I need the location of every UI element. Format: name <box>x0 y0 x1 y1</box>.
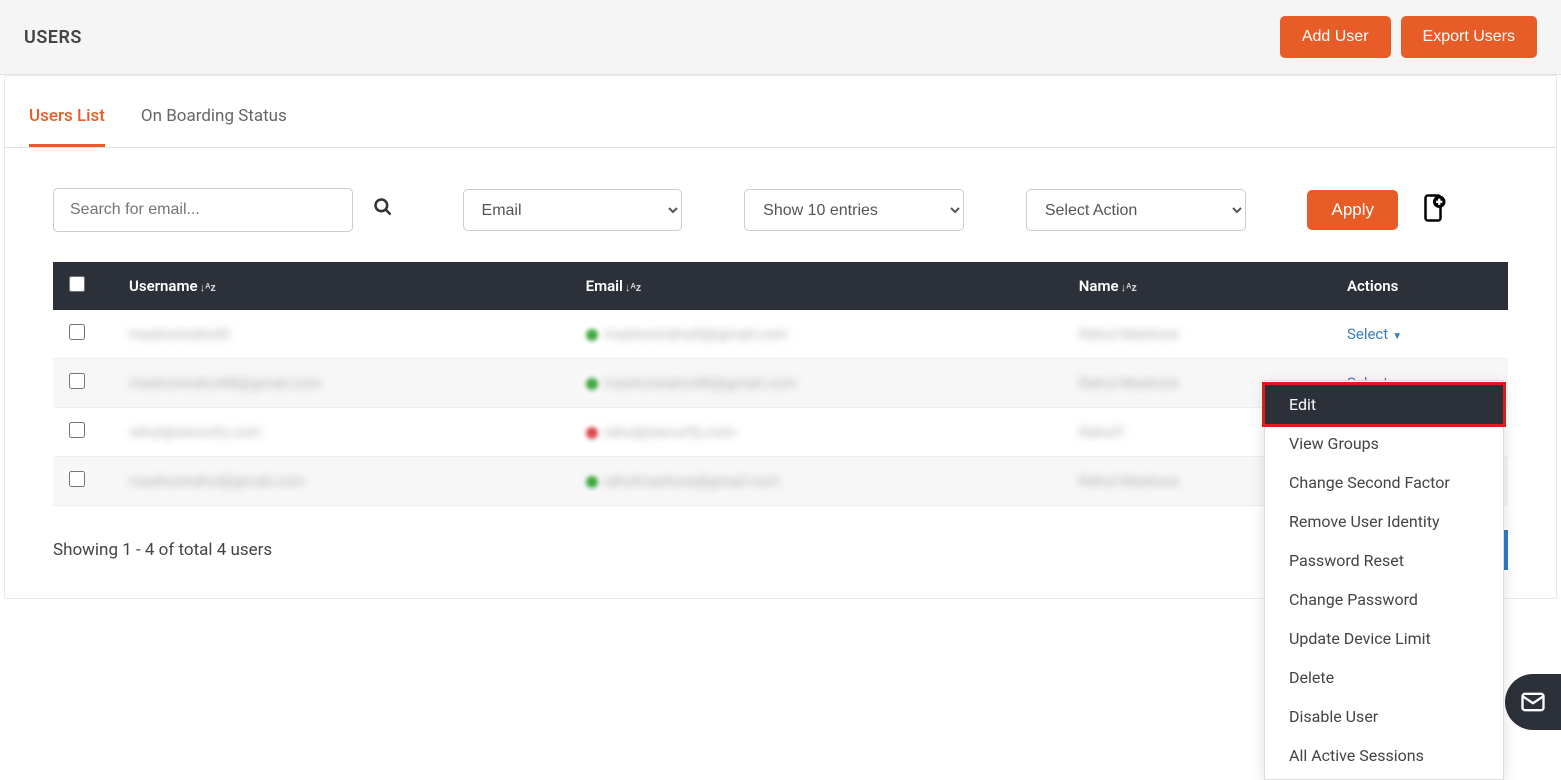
showing-count: Showing 1 - 4 of total 4 users <box>53 540 272 560</box>
filter-row: Email Show 10 entries Select Action Appl… <box>5 188 1556 232</box>
cell-email: rahulmashore@gmail.com <box>604 472 780 490</box>
add-device-icon[interactable] <box>1418 193 1448 227</box>
select-all-checkbox[interactable] <box>69 276 85 292</box>
chat-fab[interactable] <box>1505 674 1561 730</box>
status-dot-icon <box>586 427 598 439</box>
table-wrap: Username↓ᴬᴢ Email↓ᴬᴢ Name↓ᴬᴢ Actions mas… <box>5 262 1556 506</box>
cell-username: rahul@securify.com <box>129 423 261 441</box>
content-card: Users List On Boarding Status Email Show… <box>4 75 1557 599</box>
page-header: USERS Add User Export Users <box>0 0 1561 75</box>
dropdown-item-view-groups[interactable]: View Groups <box>1265 424 1503 463</box>
dropdown-item-update-device-limit[interactable]: Update Device Limit <box>1265 619 1503 658</box>
dropdown-item-password-reset[interactable]: Password Reset <box>1265 541 1503 580</box>
header-actions: Add User Export Users <box>1280 16 1537 58</box>
export-users-button[interactable]: Export Users <box>1401 16 1537 58</box>
filter-by-select[interactable]: Email <box>463 189 683 231</box>
status-dot-icon <box>586 378 598 390</box>
cell-username: mashorerahul@gmail.com <box>129 472 305 490</box>
dropdown-item-edit[interactable]: Edit <box>1262 382 1506 427</box>
dropdown-item-disable-user[interactable]: Disable User <box>1265 697 1503 736</box>
bulk-action-select[interactable]: Select Action <box>1026 189 1246 231</box>
sort-icon: ↓ᴬᴢ <box>625 281 641 294</box>
sort-icon: ↓ᴬᴢ <box>1121 281 1137 294</box>
apply-button[interactable]: Apply <box>1307 190 1398 230</box>
search-icon[interactable] <box>373 197 393 223</box>
dropdown-item-remove-user-identity[interactable]: Remove User Identity <box>1265 502 1503 541</box>
cell-email: mashorerahul0@gmail.com <box>604 325 788 343</box>
row-checkbox[interactable] <box>69 422 85 438</box>
tabs: Users List On Boarding Status <box>5 76 1556 148</box>
col-checkbox <box>53 262 113 310</box>
search-input[interactable] <box>53 188 353 232</box>
dropdown-item-change-password[interactable]: Change Password <box>1265 580 1503 619</box>
row-checkbox[interactable] <box>69 324 85 340</box>
dropdown-item-delete[interactable]: Delete <box>1265 658 1503 697</box>
col-name[interactable]: Name↓ᴬᴢ <box>1063 262 1331 310</box>
tab-users-list[interactable]: Users List <box>29 76 105 147</box>
row-select-action[interactable]: Select▼ <box>1347 325 1402 343</box>
status-dot-icon <box>586 329 598 341</box>
sort-icon: ↓ᴬᴢ <box>200 281 216 294</box>
cell-email: mashorerahul48@gmail.com <box>604 374 797 392</box>
cell-name: Rahul Mashore <box>1079 472 1179 490</box>
chevron-down-icon: ▼ <box>1392 331 1402 342</box>
mail-icon <box>1519 688 1547 716</box>
col-username[interactable]: Username↓ᴬᴢ <box>113 262 570 310</box>
cell-name: Rahul Mashore <box>1079 374 1179 392</box>
col-email[interactable]: Email↓ᴬᴢ <box>570 262 1063 310</box>
row-checkbox[interactable] <box>69 471 85 487</box>
cell-name: RahulT <box>1079 423 1126 441</box>
cell-username: mashorerahul0 <box>129 325 229 343</box>
cell-name: Rahul Mashore <box>1079 325 1179 343</box>
status-dot-icon <box>586 476 598 488</box>
col-actions: Actions <box>1331 262 1508 310</box>
cell-email: rahul@securify.com <box>604 423 736 441</box>
row-checkbox[interactable] <box>69 373 85 389</box>
dropdown-item-all-active-sessions[interactable]: All Active Sessions <box>1265 736 1503 775</box>
show-entries-select[interactable]: Show 10 entries <box>744 189 964 231</box>
row-actions-dropdown: Edit View Groups Change Second Factor Re… <box>1264 380 1504 780</box>
page-title: USERS <box>24 27 82 48</box>
cell-username: mashorerahul48@gmail.com <box>129 374 322 392</box>
tab-onboarding-status[interactable]: On Boarding Status <box>141 76 287 147</box>
table-header-row: Username↓ᴬᴢ Email↓ᴬᴢ Name↓ᴬᴢ Actions <box>53 262 1508 310</box>
table-row: mashorerahul0 mashorerahul0@gmail.com Ra… <box>53 310 1508 359</box>
add-user-button[interactable]: Add User <box>1280 16 1391 58</box>
dropdown-item-change-second-factor[interactable]: Change Second Factor <box>1265 463 1503 502</box>
